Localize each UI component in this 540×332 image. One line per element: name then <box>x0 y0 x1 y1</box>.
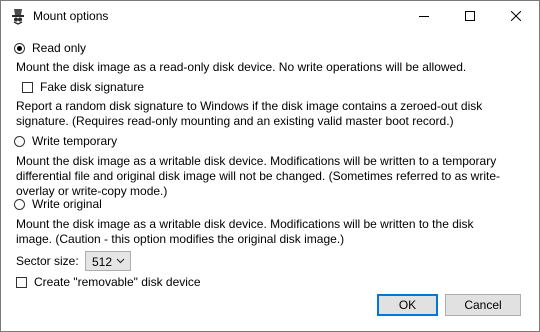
close-icon <box>511 11 521 21</box>
dialog-content: Read only Mount the disk image as a read… <box>1 31 539 331</box>
cancel-button[interactable]: Cancel <box>445 294 521 316</box>
removable-checkbox[interactable] <box>16 277 27 288</box>
ok-button[interactable]: OK <box>377 294 438 316</box>
sector-size-select[interactable]: 512 <box>85 251 131 271</box>
mount-options-dialog: Mount options Read only Mount the disk i… <box>0 0 540 332</box>
window-title: Mount options <box>33 9 109 23</box>
write-original-description-line2: image. (Caution - this option modifies t… <box>16 232 345 246</box>
write-original-description-line1: Mount the disk image as a writable disk … <box>16 217 474 231</box>
app-icon <box>12 9 24 25</box>
read-only-label[interactable]: Read only <box>32 41 86 55</box>
write-temporary-label[interactable]: Write temporary <box>32 134 117 148</box>
write-temporary-description-line1: Mount the disk image as a writable disk … <box>16 154 497 168</box>
fake-disk-signature-description-line1: Report a random disk signature to Window… <box>16 99 483 113</box>
sector-size-value: 512 <box>92 255 113 269</box>
write-original-label[interactable]: Write original <box>32 197 102 211</box>
maximize-button[interactable] <box>447 1 493 31</box>
minimize-button[interactable] <box>401 1 447 31</box>
removable-label[interactable]: Create "removable" disk device <box>34 275 201 289</box>
write-temporary-radio[interactable] <box>14 136 25 147</box>
sector-size-label: Sector size: <box>16 254 79 268</box>
ok-button-label: OK <box>398 298 417 312</box>
cancel-button-label: Cancel <box>464 298 502 312</box>
chevron-down-icon <box>116 258 125 264</box>
fake-disk-signature-label[interactable]: Fake disk signature <box>40 80 144 94</box>
read-only-radio[interactable] <box>14 43 25 54</box>
title-bar[interactable]: Mount options <box>1 1 539 31</box>
fake-disk-signature-description-line2: signature. (Requires read-only mounting … <box>16 114 454 128</box>
maximize-icon <box>465 11 475 21</box>
minimize-icon <box>419 16 429 17</box>
close-button[interactable] <box>493 1 539 31</box>
read-only-description: Mount the disk image as a read-only disk… <box>16 60 467 74</box>
write-original-radio[interactable] <box>14 199 25 210</box>
write-temporary-description-line2: differential file and original disk imag… <box>16 169 501 183</box>
fake-disk-signature-checkbox[interactable] <box>22 82 33 93</box>
